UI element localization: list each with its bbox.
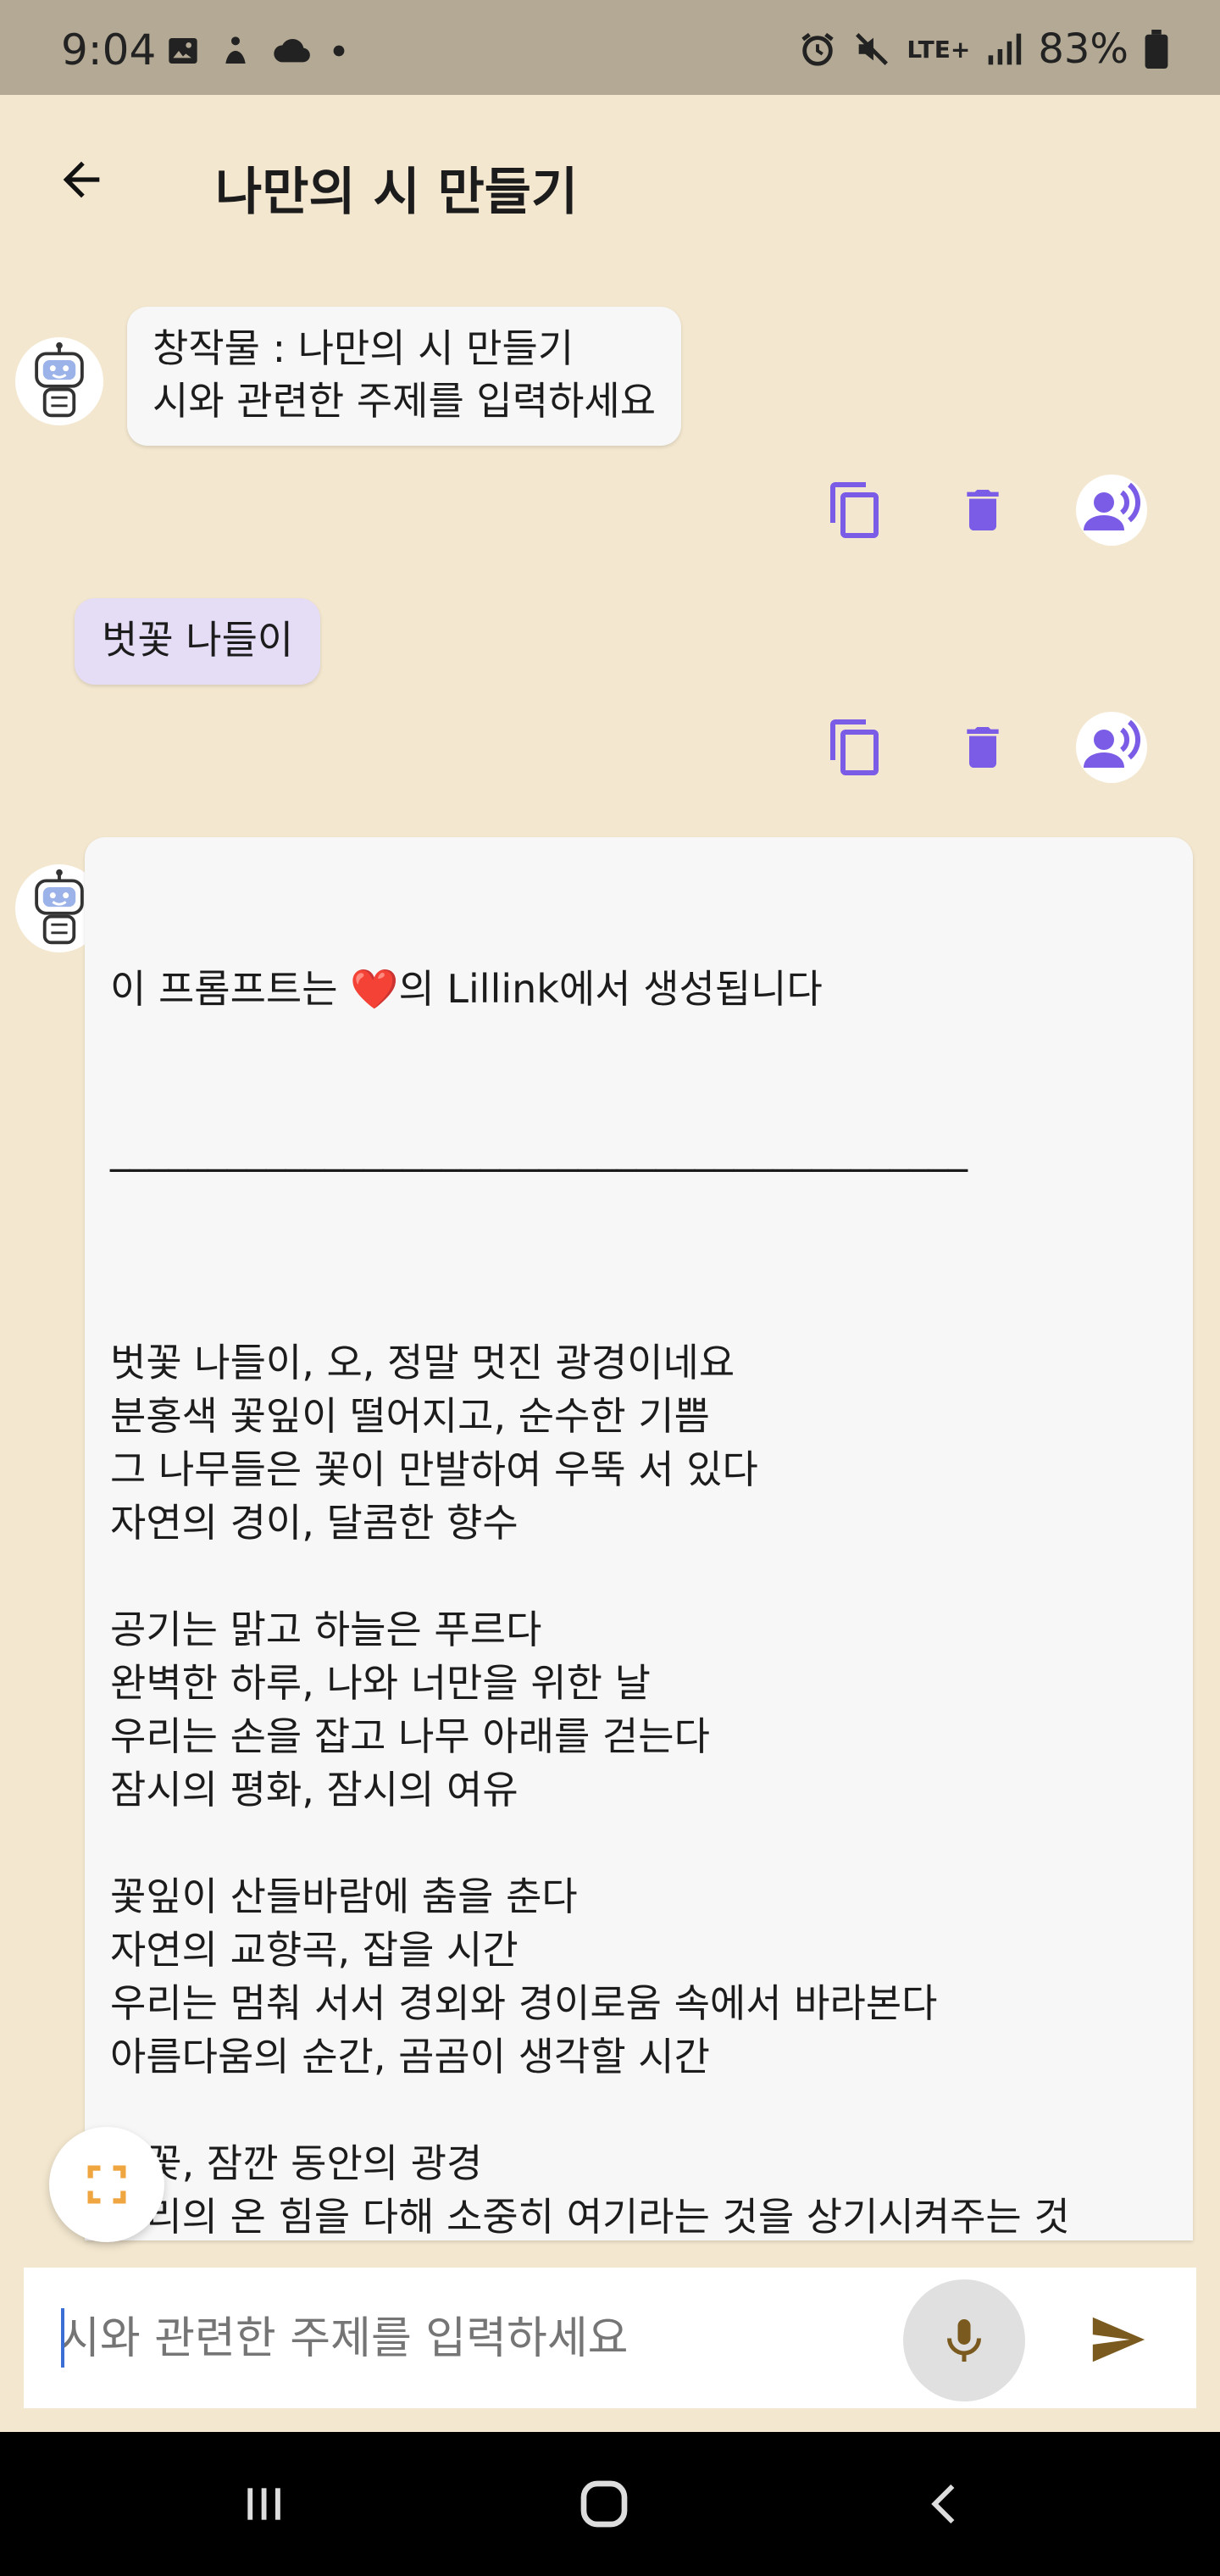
speak-icon xyxy=(1084,719,1141,768)
copy-button[interactable] xyxy=(822,713,890,781)
arrow-back-icon xyxy=(63,161,100,198)
delete-button[interactable] xyxy=(949,476,1017,544)
status-time: 9:04 xyxy=(61,25,157,75)
poem-header: 이 프롬프트는 ❤️의 Lillink에서 생성됩니다 xyxy=(110,966,823,1012)
bot-avatar xyxy=(15,337,103,425)
message-actions xyxy=(822,475,1147,546)
message-line: 시와 관련한 주제를 입력하세요 xyxy=(152,378,657,424)
send-button[interactable] xyxy=(1079,2301,1156,2378)
bot-poem-bubble: 이 프롬프트는 ❤️의 Lillink에서 생성됩니다 ____________… xyxy=(85,837,1193,2240)
message-line: 창작물 : 나만의 시 만들기 xyxy=(152,325,574,371)
robot-icon xyxy=(35,869,84,945)
message-actions xyxy=(822,712,1147,783)
copy-icon xyxy=(830,719,879,775)
gallery-icon xyxy=(169,38,197,64)
battery-percent: 83% xyxy=(1038,25,1128,73)
message-text: 벗꽃 나들이 xyxy=(102,617,294,663)
back-nav-button[interactable] xyxy=(907,2466,983,2542)
send-icon xyxy=(1092,2317,1145,2362)
app-bar: 나만의 시 만들기 xyxy=(0,95,1220,256)
home-icon xyxy=(580,2480,628,2528)
cloud-icon xyxy=(274,38,310,63)
copy-icon xyxy=(830,482,879,538)
battery-icon xyxy=(1145,30,1168,69)
chevron-left-icon xyxy=(931,2484,955,2524)
back-button[interactable] xyxy=(47,146,115,214)
text-caret xyxy=(61,2308,64,2368)
home-button[interactable] xyxy=(566,2466,642,2542)
input-bar xyxy=(24,2268,1196,2408)
robot-icon xyxy=(35,341,84,418)
topic-input[interactable] xyxy=(58,2301,908,2376)
network-type: LTE+ xyxy=(907,35,971,64)
delete-icon xyxy=(967,727,999,768)
speak-button[interactable] xyxy=(1076,475,1147,546)
recents-icon xyxy=(247,2488,280,2520)
poem-divider: ________________________________________… xyxy=(110,1126,968,1172)
delete-button[interactable] xyxy=(949,713,1017,781)
alarm-icon xyxy=(801,32,835,66)
status-bar: 9:04 LTE+ 83% xyxy=(0,0,1220,95)
mic-icon xyxy=(947,2319,981,2362)
accessibility-icon xyxy=(225,36,246,64)
mic-button[interactable] xyxy=(903,2279,1025,2401)
user-message-bubble: 벗꽃 나들이 xyxy=(75,598,321,685)
heart-emoji: ❤️ xyxy=(350,966,399,1012)
page-title: 나만의 시 만들기 xyxy=(215,163,579,222)
bot-message-bubble: 창작물 : 나만의 시 만들기 시와 관련한 주제를 입력하세요 xyxy=(127,307,682,446)
poem-body: 벗꽃 나들이, 오, 정말 멋진 광경이네요 분홍색 꽃잎이 떨어지고, 순수한… xyxy=(110,1340,1070,2240)
speak-icon xyxy=(1084,482,1141,530)
system-nav-bar xyxy=(0,2432,1220,2576)
signal-icon xyxy=(988,33,1022,65)
dot-icon xyxy=(333,45,345,57)
expand-button[interactable] xyxy=(49,2127,164,2242)
expand-icon xyxy=(87,2165,126,2204)
mute-icon xyxy=(856,33,889,65)
copy-button[interactable] xyxy=(822,476,890,544)
speak-button[interactable] xyxy=(1076,712,1147,783)
delete-icon xyxy=(967,490,999,530)
recents-button[interactable] xyxy=(225,2466,302,2542)
